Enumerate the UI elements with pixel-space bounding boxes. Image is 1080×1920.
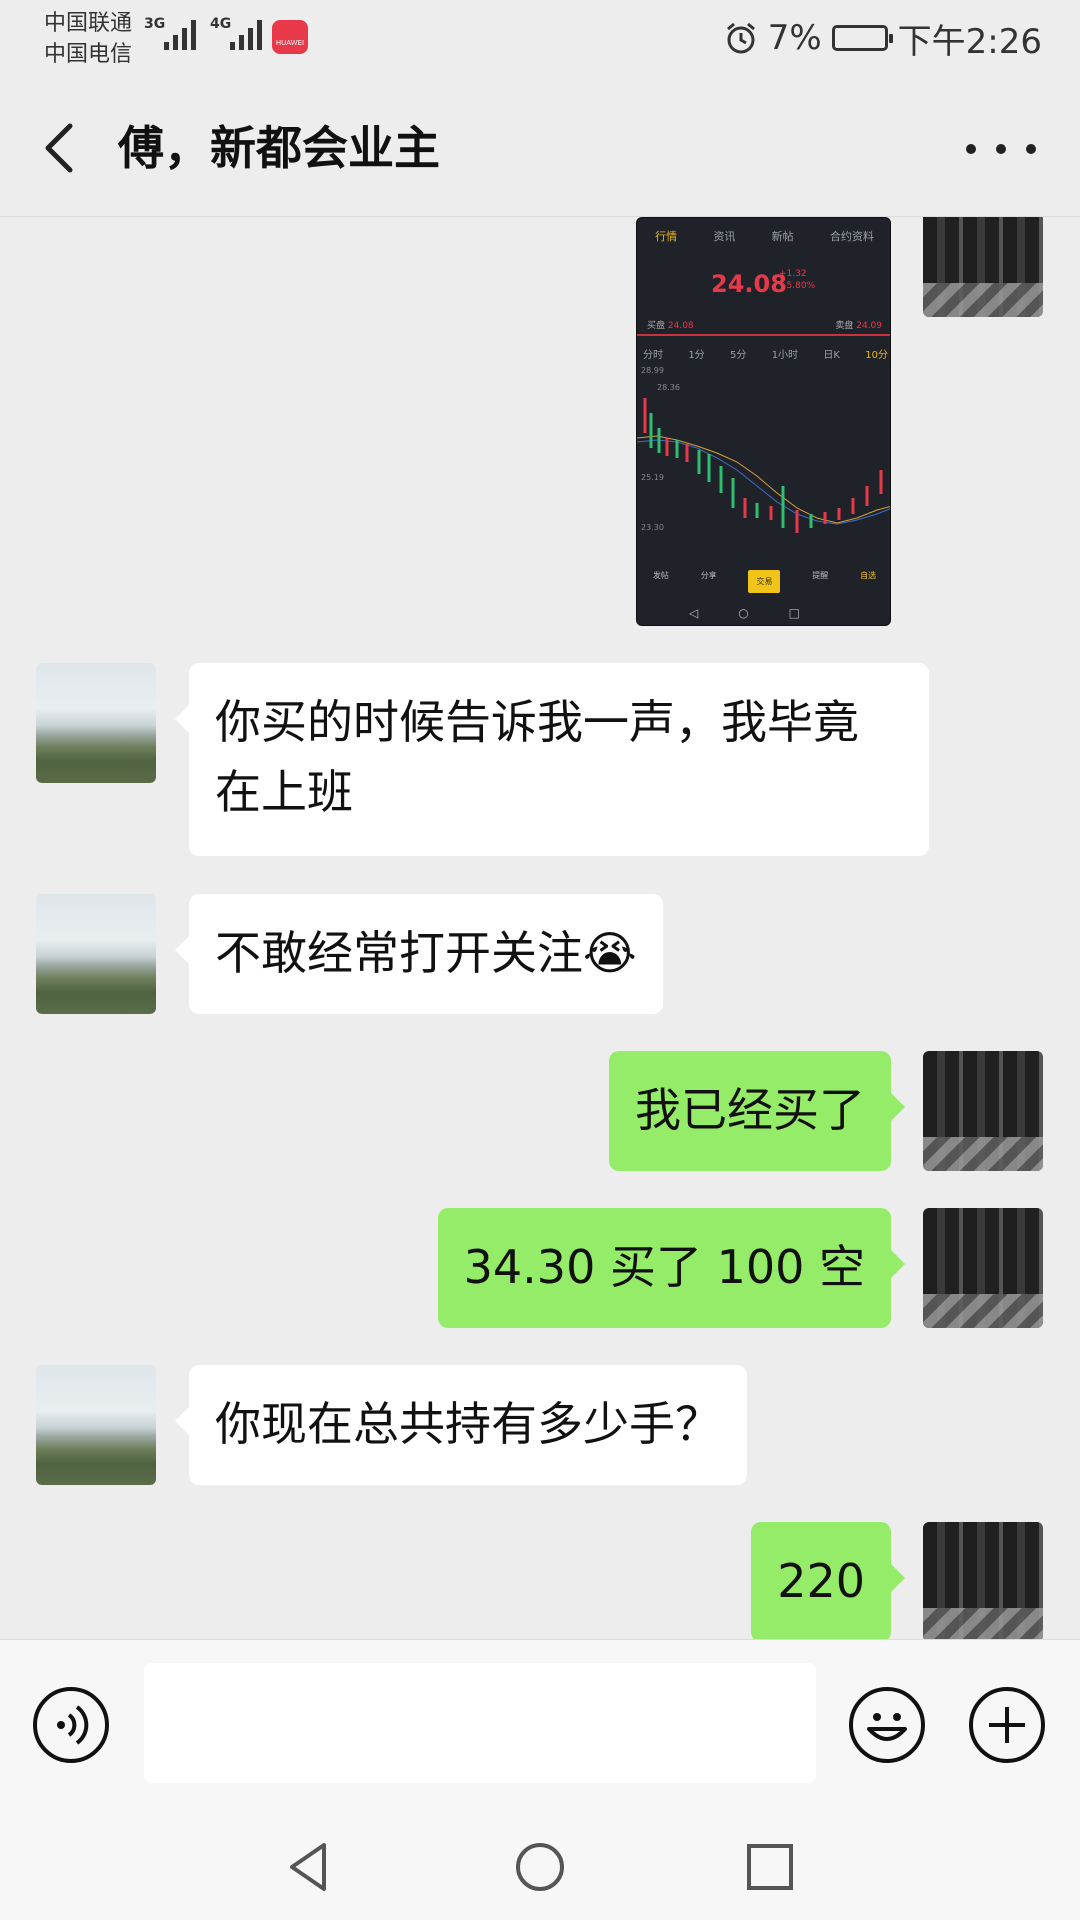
message-bubble-sent[interactable]: 34.30 买了 100 空 xyxy=(437,1208,906,1328)
status-right: 7% 下午2:26 xyxy=(724,14,1042,62)
input-bar xyxy=(0,1639,1080,1808)
network-type-2: 4G xyxy=(210,16,232,32)
battery-icon xyxy=(831,25,893,51)
shot-price: 24.08 xyxy=(711,270,787,298)
message-input[interactable] xyxy=(144,1663,816,1783)
shot-bottom-nav: 发帖 分享 交易 提醒 自选 xyxy=(637,570,890,593)
signal-icon-2 xyxy=(230,16,262,50)
message-bubble-sent[interactable]: 220 xyxy=(751,1522,905,1639)
message-bubble-sent[interactable]: 我已经买了 xyxy=(609,1051,905,1171)
nav-home-icon[interactable] xyxy=(510,1837,570,1897)
emoji-button[interactable] xyxy=(849,1687,925,1763)
more-functions-button[interactable] xyxy=(969,1687,1045,1763)
voice-icon xyxy=(57,1705,89,1745)
contact-avatar[interactable] xyxy=(36,1365,156,1485)
carrier-labels: 中国联通 中国电信 xyxy=(44,8,132,70)
smiley-icon xyxy=(867,1713,907,1741)
clock: 下午2:26 xyxy=(897,21,1042,62)
plus-icon xyxy=(989,1707,1025,1743)
contact-avatar[interactable] xyxy=(36,663,156,783)
shot-tabs: 行情 资讯 新帖 合约资料 xyxy=(655,230,874,243)
message-bubble-received[interactable]: 你买的时候告诉我一声，我毕竟在上班 xyxy=(175,663,929,856)
message-bubble-received[interactable]: 不敢经常打开关注😭 xyxy=(175,894,663,1014)
huawei-appgallery-icon: HUAWEI xyxy=(272,20,308,54)
voice-input-button[interactable] xyxy=(33,1687,109,1763)
signal-icon xyxy=(164,16,196,50)
alarm-icon xyxy=(726,22,755,54)
my-avatar[interactable] xyxy=(923,217,1043,317)
shot-change: +1.32 +5.80% xyxy=(779,269,816,291)
my-avatar[interactable] xyxy=(923,1051,1043,1171)
chat-title: 傅，新都会业主 xyxy=(118,121,440,175)
message-bubble-received[interactable]: 你现在总共持有多少手？ xyxy=(175,1365,747,1485)
chat-header: 傅，新都会业主 xyxy=(0,76,1080,217)
my-avatar[interactable] xyxy=(923,1522,1043,1639)
status-bar: 中国联通 中国电信 3G 4G HUAWEI 7% 下午2:26 xyxy=(0,0,1080,76)
network-type-1: 3G xyxy=(144,16,166,32)
back-icon[interactable] xyxy=(38,120,88,176)
nav-recents-icon[interactable] xyxy=(740,1837,800,1897)
more-options-icon[interactable] xyxy=(966,134,1036,164)
battery-percent: 7% xyxy=(767,18,822,58)
my-avatar[interactable] xyxy=(923,1208,1043,1328)
candlestick-chart xyxy=(637,398,890,533)
shot-orderbook: 买盘 24.08 卖盘 24.09 xyxy=(647,321,882,331)
shot-system-nav: ◁○□ xyxy=(688,606,841,620)
message-list[interactable]: 行情 资讯 新帖 合约资料 24.08 +1.32 +5.80% 买盘 24.08 卖… xyxy=(0,217,1080,1639)
contact-avatar[interactable] xyxy=(36,894,156,1014)
system-navigation-bar xyxy=(0,1807,1080,1920)
carrier-1: 中国联通 xyxy=(44,11,133,36)
nav-back-icon[interactable] xyxy=(280,1837,340,1897)
carrier-2: 中国电信 xyxy=(44,42,133,67)
shared-screenshot-image[interactable]: 行情 资讯 新帖 合约资料 24.08 +1.32 +5.80% 买盘 24.08 卖… xyxy=(636,217,891,626)
